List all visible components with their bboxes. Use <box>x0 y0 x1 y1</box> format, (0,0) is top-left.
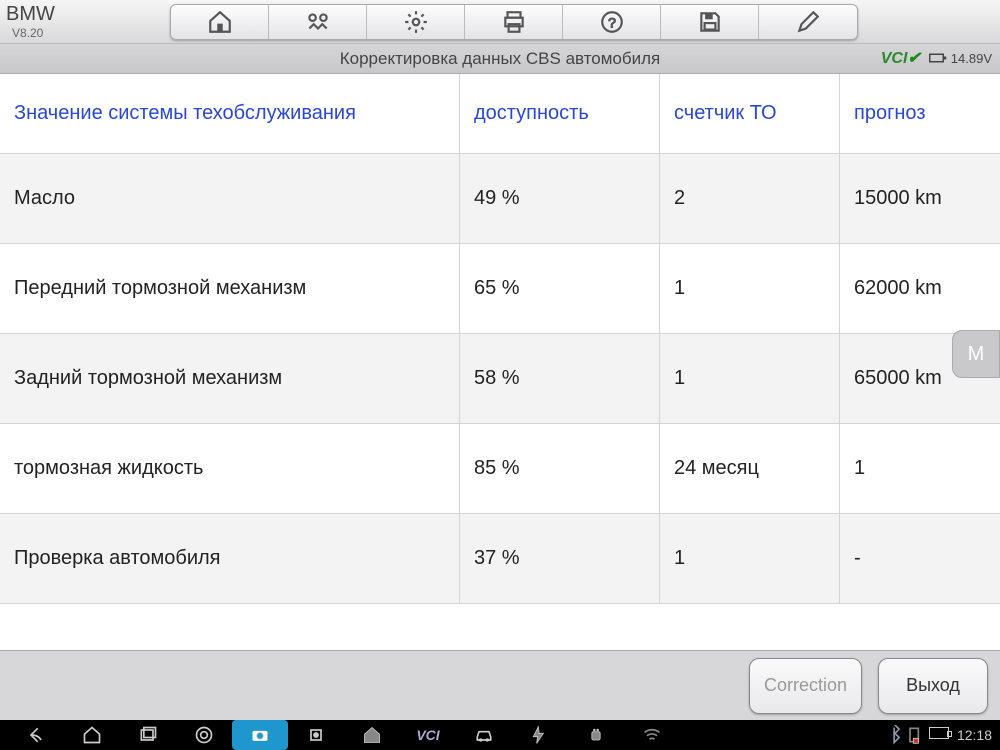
cell-counter: 1 <box>660 244 840 333</box>
home-icon[interactable] <box>171 5 269 39</box>
cell-available: 85 % <box>460 424 660 513</box>
subtitle-bar: Корректировка данных CBS автомобиля VCI✔… <box>0 44 1000 74</box>
brand-block: BMW V8.20 <box>0 3 160 40</box>
brand-title: BMW <box>6 3 160 26</box>
chrome-icon[interactable] <box>176 720 232 750</box>
home-nav-icon[interactable] <box>64 720 120 750</box>
cell-service: Проверка автомобиля <box>0 514 460 603</box>
table-row[interactable]: Проверка автомобиля 37 % 1 - <box>0 514 1000 604</box>
col-header-forecast: прогноз <box>840 74 1000 153</box>
clock: 12:18 <box>949 727 992 743</box>
top-toolbar: BMW V8.20 ? <box>0 0 1000 44</box>
cell-forecast: - <box>840 514 1000 603</box>
bluetooth-icon <box>885 720 905 750</box>
cell-service: тормозная жидкость <box>0 424 460 513</box>
svg-text:?: ? <box>608 14 616 30</box>
cell-available: 37 % <box>460 514 660 603</box>
cell-available: 58 % <box>460 334 660 423</box>
vci-badge: VCI✔ <box>881 48 921 68</box>
cell-forecast: 1 <box>840 424 1000 513</box>
col-header-service: Значение системы техобслуживания <box>0 74 460 153</box>
cell-available: 49 % <box>460 154 660 243</box>
battery-voltage: 14.89V <box>929 51 992 66</box>
table-header-row: Значение системы техобслуживания доступн… <box>0 74 1000 154</box>
page-subtitle: Корректировка данных CBS автомобиля <box>340 49 661 69</box>
android-nav-bar: VCI 12:18 <box>0 720 1000 750</box>
no-sim-icon <box>905 720 925 750</box>
cell-forecast: 15000 km <box>840 154 1000 243</box>
col-header-available: доступность <box>460 74 660 153</box>
back-icon[interactable] <box>8 720 64 750</box>
camera-icon[interactable] <box>232 720 288 750</box>
save-icon[interactable] <box>661 5 759 39</box>
correction-button[interactable]: Correction <box>749 658 862 714</box>
connection-status: VCI✔ 14.89V <box>881 48 992 68</box>
wifi-icon[interactable] <box>624 720 680 750</box>
print-icon[interactable] <box>465 5 563 39</box>
help-icon[interactable]: ? <box>563 5 661 39</box>
edit-icon[interactable] <box>759 5 857 39</box>
brand-version: V8.20 <box>6 26 160 40</box>
settings-icon[interactable] <box>367 5 465 39</box>
cell-counter: 2 <box>660 154 840 243</box>
floating-m-button[interactable]: M <box>952 330 1000 378</box>
battery-icon <box>925 726 949 744</box>
cell-counter: 24 месяц <box>660 424 840 513</box>
toolbar-buttons: ? <box>170 4 858 40</box>
cell-service: Масло <box>0 154 460 243</box>
cbs-table: Значение системы техобслуживания доступн… <box>0 74 1000 604</box>
cell-counter: 1 <box>660 514 840 603</box>
recent-apps-icon[interactable] <box>120 720 176 750</box>
brightness-icon[interactable] <box>288 720 344 750</box>
exit-button[interactable]: Выход <box>878 658 988 714</box>
cell-available: 65 % <box>460 244 660 333</box>
footer-bar: Correction Выход <box>0 650 1000 720</box>
col-header-counter: счетчик ТО <box>660 74 840 153</box>
flash-icon[interactable] <box>512 720 568 750</box>
cell-counter: 1 <box>660 334 840 423</box>
table-row[interactable]: тормозная жидкость 85 % 24 месяц 1 <box>0 424 1000 514</box>
vci-nav-icon[interactable]: VCI <box>400 720 456 750</box>
table-row[interactable]: Задний тормозной механизм 58 % 1 65000 k… <box>0 334 1000 424</box>
table-row[interactable]: Передний тормозной механизм 65 % 1 62000… <box>0 244 1000 334</box>
table-row[interactable]: Масло 49 % 2 15000 km <box>0 154 1000 244</box>
diagnostics-icon[interactable] <box>269 5 367 39</box>
android-icon[interactable] <box>568 720 624 750</box>
cell-service: Передний тормозной механизм <box>0 244 460 333</box>
car-icon[interactable] <box>456 720 512 750</box>
app-m-icon[interactable] <box>344 720 400 750</box>
cell-service: Задний тормозной механизм <box>0 334 460 423</box>
cell-forecast: 62000 km <box>840 244 1000 333</box>
